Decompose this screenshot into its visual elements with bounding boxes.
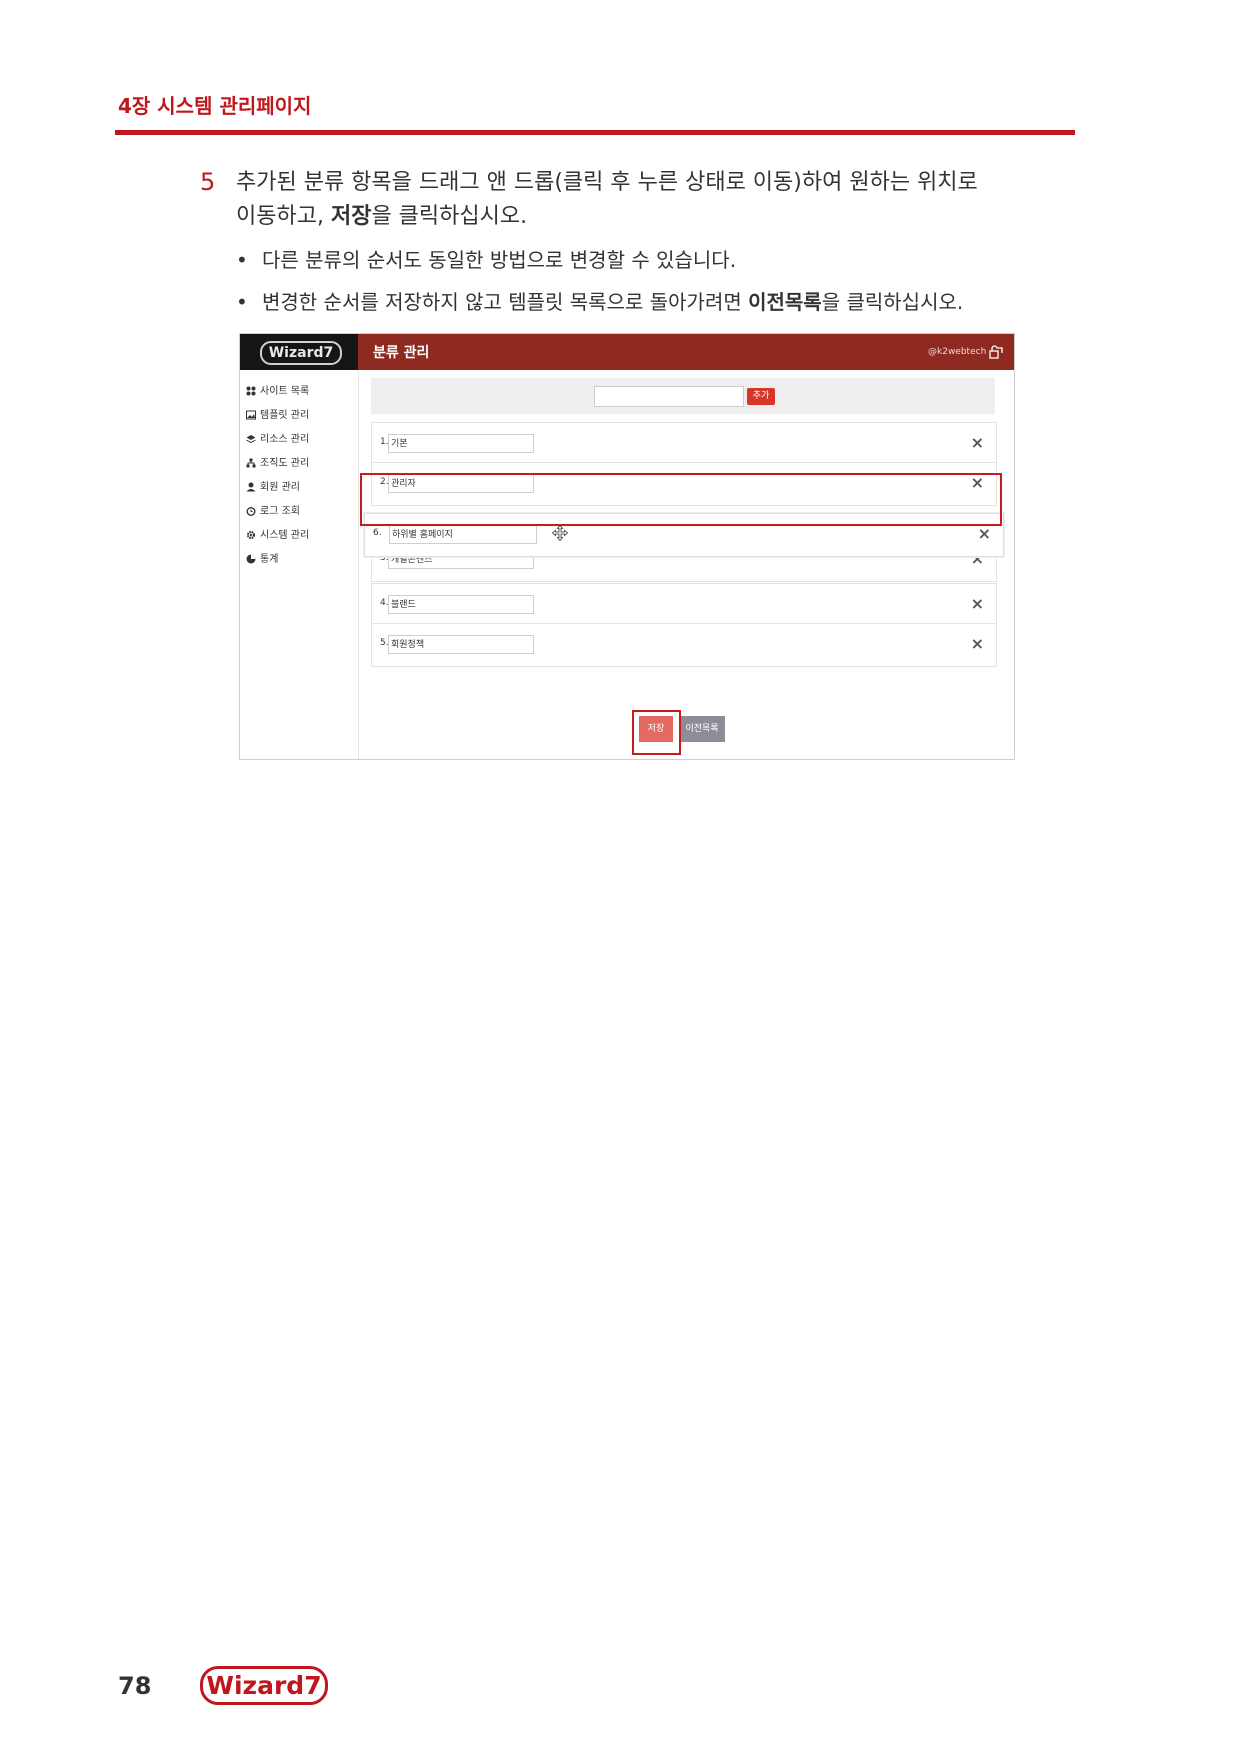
- bullet-item: • 다른 분류의 순서도 동일한 방법으로 변경할 수 있습니다.: [236, 246, 1066, 274]
- sidebar-item-resources[interactable]: 리소스 관리: [246, 430, 309, 448]
- image-icon: [246, 410, 256, 420]
- sidebar-item-label: 통계: [260, 554, 279, 565]
- sidebar-item-label: 시스템 관리: [260, 530, 310, 541]
- alarm-icon: [246, 507, 256, 516]
- bullet-text: 다른 분류의 순서도 동일한 방법으로 변경할 수 있습니다.: [262, 248, 737, 272]
- grid-icon: [246, 386, 256, 396]
- category-name-field[interactable]: 기본: [388, 434, 534, 453]
- user-icon: [246, 482, 256, 492]
- sidebar-item-label: 회원 관리: [260, 482, 300, 493]
- sidebar-item-label: 사이트 목록: [260, 386, 310, 397]
- add-category-bar: 추가: [371, 378, 995, 414]
- shot-main-content: 추가 1. 기본 × 2. 관리자 × 3. 개별콘텐츠 × 4. 블랜드 × …: [359, 370, 1014, 759]
- category-name-field[interactable]: 블랜드: [388, 595, 534, 614]
- move-cursor-icon: [552, 525, 568, 541]
- sidebar-item-templates[interactable]: 템플릿 관리: [246, 406, 309, 424]
- bullet-dot: •: [236, 290, 248, 314]
- shot-page-title: 분류 관리: [373, 345, 430, 361]
- sitemap-icon: [246, 458, 256, 468]
- shot-sidebar: 사이트 목록 템플릿 관리 리소스 관리 조직도 관리 회원 관리 로그 조회 …: [240, 370, 359, 759]
- previous-list-button[interactable]: 이전목록: [679, 716, 725, 742]
- save-highlight-box: [632, 710, 681, 755]
- category-management-screenshot: Wizard7 분류 관리 @k2webtech 사이트 목록 템플릿 관리 리…: [239, 333, 1015, 760]
- shot-logo[interactable]: Wizard7: [260, 341, 342, 365]
- shot-user-name: @k2webtech: [928, 347, 987, 357]
- step-line-2-bold: 저장: [330, 204, 372, 229]
- pie-icon: [246, 554, 256, 564]
- sidebar-item-stats[interactable]: 통계: [246, 550, 278, 568]
- sidebar-item-label: 리소스 관리: [260, 434, 310, 445]
- bullet-text-end: 을 클릭하십시오.: [821, 290, 964, 314]
- step-line-2-end: 을 클릭하십시오.: [371, 204, 528, 229]
- new-category-input[interactable]: [594, 386, 744, 407]
- bullet-dot: •: [236, 248, 248, 272]
- step-line-1: 추가된 분류 항목을 드래그 앤 드롭(클릭 후 누른 상태로 이동)하여 원하…: [236, 170, 978, 195]
- shot-header: Wizard7 분류 관리 @k2webtech: [240, 334, 1014, 370]
- add-button[interactable]: 추가: [747, 388, 775, 405]
- chapter-rule: [115, 130, 1075, 135]
- layers-icon: [246, 435, 256, 444]
- category-row[interactable]: 1. 기본 ×: [371, 422, 997, 466]
- step-number: 5: [200, 168, 216, 196]
- delete-icon[interactable]: ×: [971, 594, 984, 613]
- sidebar-item-logs[interactable]: 로그 조회: [246, 502, 300, 520]
- sidebar-item-label: 로그 조회: [260, 506, 300, 517]
- footer-logo: Wizard7: [200, 1666, 328, 1705]
- step-text: 추가된 분류 항목을 드래그 앤 드롭(클릭 후 누른 상태로 이동)하여 원하…: [236, 166, 1066, 234]
- delete-icon[interactable]: ×: [971, 433, 984, 452]
- sidebar-item-label: 템플릿 관리: [260, 410, 310, 421]
- chapter-title: 4장 시스템 관리페이지: [118, 94, 312, 118]
- sidebar-item-members[interactable]: 회원 관리: [246, 478, 300, 496]
- sidebar-item-system[interactable]: 시스템 관리: [246, 526, 309, 544]
- category-row[interactable]: 4. 블랜드 ×: [371, 583, 997, 627]
- logout-icon[interactable]: [989, 345, 1003, 359]
- delete-icon[interactable]: ×: [971, 634, 984, 653]
- step-line-2: 이동하고, 저장을 클릭하십시오.: [236, 200, 1066, 234]
- gear-icon: [246, 530, 256, 540]
- bullet-bold: 이전목록: [748, 290, 822, 314]
- bullet-item: • 변경한 순서를 저장하지 않고 템플릿 목록으로 돌아가려면 이전목록을 클릭…: [236, 288, 1066, 316]
- delete-icon[interactable]: ×: [978, 524, 991, 543]
- shot-logo-area: Wizard7: [240, 334, 358, 370]
- drag-highlight-box: [360, 473, 1002, 526]
- page-number: 78: [118, 1672, 152, 1700]
- step-line-2-start: 이동하고,: [236, 204, 331, 229]
- category-name-field[interactable]: 회원정책: [388, 635, 534, 654]
- category-name-field[interactable]: 하위별 홈페이지: [389, 525, 537, 544]
- row-number: 6.: [373, 528, 382, 538]
- bullet-text: 변경한 순서를 저장하지 않고 템플릿 목록으로 돌아가려면: [262, 290, 749, 314]
- category-row[interactable]: 5. 회원정책 ×: [371, 623, 997, 667]
- sidebar-item-org-chart[interactable]: 조직도 관리: [246, 454, 309, 472]
- sidebar-item-label: 조직도 관리: [260, 458, 310, 469]
- sidebar-item-site-list[interactable]: 사이트 목록: [246, 382, 309, 400]
